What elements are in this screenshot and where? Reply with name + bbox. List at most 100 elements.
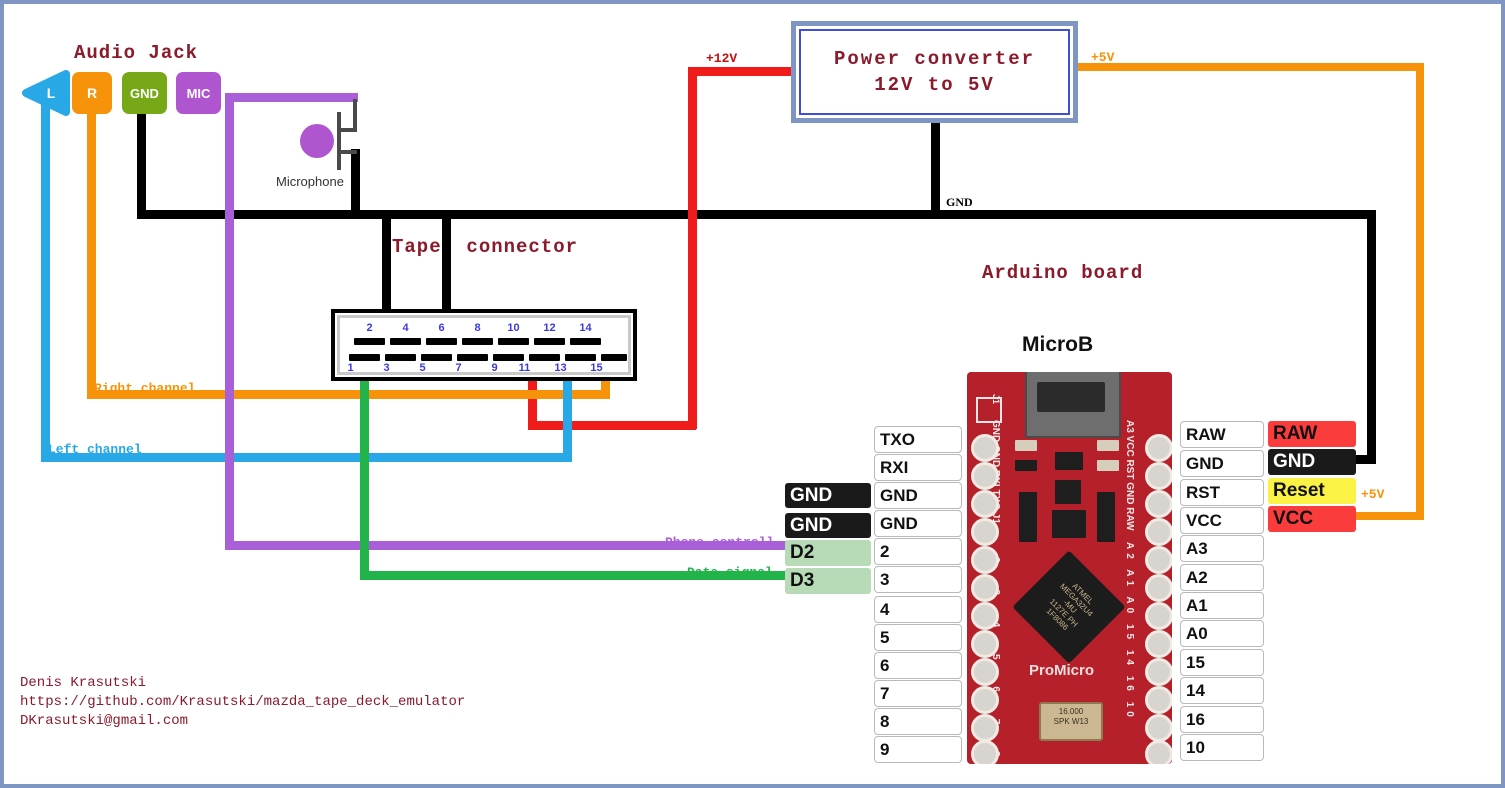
audio-pad-r: R — [72, 72, 112, 114]
badge-gnd-right: GND — [1268, 449, 1356, 475]
arduino-left-pin-9: 9 — [874, 736, 962, 763]
tape-pin-pad-8 — [462, 338, 493, 345]
wire-right-channel-vertical — [87, 112, 96, 394]
pin-label: A2 — [1186, 567, 1208, 587]
arduino-left-pin-gnd-1: GND — [874, 482, 962, 509]
silk-j1: J1 — [991, 394, 1001, 405]
phone-control-label: Phone controll — [665, 535, 775, 550]
crystal-oscillator: 16.000 SPK W13 — [1039, 702, 1103, 741]
wire-12v-to-converter — [688, 67, 796, 76]
power-converter-box: Power converter 12V to 5V — [791, 21, 1078, 123]
pin-label: 7 — [880, 683, 890, 703]
arduino-left-pin-6: 6 — [874, 652, 962, 679]
pin-label: 9 — [880, 739, 890, 759]
pin-hole-r9 — [1145, 658, 1172, 686]
credits-name: Denis Krasutski — [20, 675, 147, 691]
wire-gnd-right-vertical — [1367, 210, 1376, 460]
pin-hole-r4 — [1145, 518, 1172, 546]
tape-pin-num-5: 5 — [419, 362, 426, 374]
tape-pin-pad-4 — [390, 338, 421, 345]
pin-hole-r10 — [1145, 686, 1172, 714]
pin-hole-r7 — [1145, 602, 1172, 630]
pin-label: 15 — [1186, 652, 1205, 672]
arduino-right-pin-a2: A2 — [1180, 564, 1264, 591]
arduino-right-pin-16: 16 — [1180, 706, 1264, 733]
arduino-left-pin-rxi: RXI — [874, 454, 962, 481]
tape-pin-num-11: 11 — [518, 362, 531, 374]
microphone-label: Microphone — [276, 174, 344, 189]
arduino-left-pin-gnd-2: GND — [874, 510, 962, 537]
arduino-right-pin-a3: A3 — [1180, 535, 1264, 562]
arduino-right-pin-a0: A0 — [1180, 620, 1264, 647]
badge-gnd-2: GND — [785, 513, 871, 538]
pin-label: A1 — [1186, 595, 1208, 615]
pin-hole-r2 — [1145, 462, 1172, 490]
pin-label: TXO — [880, 429, 915, 449]
pin-hole-l2 — [971, 462, 999, 490]
pin-label: RXI — [880, 457, 909, 477]
audio-pad-gnd-label: GND — [130, 85, 159, 101]
tape-pin-pad-13 — [565, 354, 596, 361]
audio-jack-title: Audio Jack — [74, 42, 199, 64]
tape-pin-num-10: 10 — [507, 322, 520, 334]
badge-label: RAW — [1273, 423, 1318, 444]
pin-hole-r1 — [1145, 434, 1172, 462]
left-channel-label: Left channel — [48, 442, 142, 457]
smd-ic-2 — [1097, 492, 1115, 542]
circuit-diagram-canvas: Audio Jack L R GND MIC Microphone Power … — [0, 0, 1505, 788]
microphone-lead-bottom — [337, 150, 357, 154]
tape-pin-num-12: 12 — [543, 322, 556, 334]
xtal-line2: SPK W13 — [1053, 717, 1089, 726]
arduino-board-title: Arduino board — [982, 262, 1144, 284]
badge-vcc: VCC — [1268, 506, 1356, 532]
tape-pin-num-7: 7 — [455, 362, 462, 374]
arduino-left-pin-7: 7 — [874, 680, 962, 707]
tape-pin-pad-7 — [457, 354, 488, 361]
credits-url: https://github.com/Krasutski/mazda_tape_… — [20, 694, 466, 710]
arduino-left-pin-5: 5 — [874, 624, 962, 651]
tape-pin-pad-5 — [421, 354, 452, 361]
audio-pad-mic-label: MIC — [186, 85, 211, 101]
xtal-line1: 16.000 — [1058, 707, 1084, 716]
badge-label: Reset — [1273, 480, 1325, 501]
pin-label: GND — [880, 513, 918, 533]
pin-hole-l10 — [971, 686, 999, 714]
badge-label: GND — [1273, 451, 1316, 472]
wire-5v-from-converter — [1078, 63, 1424, 71]
silk-right-top: A3 VCC RST GND RAW — [1124, 420, 1135, 531]
smd-regulator — [1055, 480, 1081, 504]
tape-pin-pad-12 — [534, 338, 565, 345]
tape-pin-pad-14 — [570, 338, 601, 345]
pin-hole-l6 — [971, 574, 999, 602]
badge-d2: D2 — [785, 540, 871, 566]
smd-transistor-1 — [1055, 452, 1083, 470]
audio-pad-l-label: L — [46, 85, 56, 101]
arduino-left-pin-8: 8 — [874, 708, 962, 735]
tape-connector-title: Tape connector — [392, 236, 579, 258]
microphone-circle-icon — [300, 124, 334, 158]
tape-pin-num-1: 1 — [347, 362, 354, 374]
pin-hole-l4 — [971, 518, 999, 546]
tape-pin-pad-10 — [498, 338, 529, 345]
tape-pin-pad-3 — [385, 354, 416, 361]
audio-pad-mic: MIC — [176, 72, 221, 114]
pin-hole-l3 — [971, 490, 999, 518]
wire-gnd-main-bus — [137, 210, 1375, 219]
microphone-bar-icon — [337, 112, 341, 170]
smd-ic-1 — [1019, 492, 1037, 542]
pin-hole-r8 — [1145, 630, 1172, 658]
label-gnd-converter: GND — [946, 195, 973, 209]
right-channel-label: Right channel — [94, 381, 196, 396]
tape-pin-num-13: 13 — [554, 362, 567, 374]
pin-hole-l5 — [971, 546, 999, 574]
pin-label: A0 — [1186, 623, 1208, 643]
pin-hole-l7 — [971, 602, 999, 630]
pin-label: 6 — [880, 655, 890, 675]
wire-gnd-jack-vertical — [137, 112, 146, 216]
credits-email: DKrasutski@gmail.com — [20, 713, 189, 729]
tape-pin-num-3: 3 — [383, 362, 390, 374]
tape-pin-num-4: 4 — [402, 322, 409, 334]
arduino-left-pin-2: 2 — [874, 538, 962, 565]
pin-label: 2 — [880, 541, 890, 561]
pin-hole-l9 — [971, 658, 999, 686]
